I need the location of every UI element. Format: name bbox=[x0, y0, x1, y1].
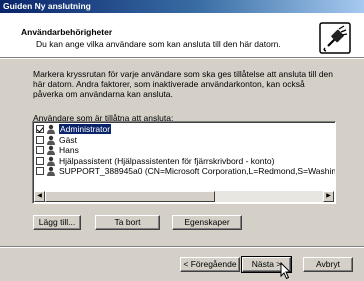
user-allow-checkbox[interactable] bbox=[36, 135, 44, 144]
user-allow-checkbox[interactable] bbox=[36, 125, 44, 134]
user-icon bbox=[47, 125, 55, 135]
user-allow-checkbox[interactable] bbox=[36, 146, 44, 155]
new-connection-wizard: Guiden Ny anslutning Användarbehörighete… bbox=[0, 0, 364, 281]
user-icon bbox=[47, 167, 55, 177]
users-list-rows: Administrator Gäst Hans Hjälpassistent (Hjä… bbox=[36, 124, 336, 177]
user-name: SUPPORT_388945a0 (CN=Microsoft Corporati… bbox=[59, 166, 336, 177]
horizontal-scrollbar[interactable]: ◀ ▶ bbox=[34, 191, 334, 202]
user-icon bbox=[47, 156, 55, 166]
list-item[interactable]: Administrator bbox=[36, 124, 333, 135]
user-icon bbox=[47, 135, 55, 145]
list-item[interactable]: Hjälpassistent (Hjälpassistenten för fjä… bbox=[36, 156, 333, 167]
back-button[interactable]: < Föregående bbox=[180, 257, 240, 272]
user-allow-checkbox[interactable] bbox=[36, 167, 44, 176]
list-item[interactable]: SUPPORT_388945a0 (CN=Microsoft Corporati… bbox=[36, 166, 336, 177]
window-title: Guiden Ny anslutning bbox=[0, 0, 364, 13]
cancel-button[interactable]: Avbryt bbox=[303, 257, 353, 272]
network-cable-icon bbox=[319, 22, 351, 54]
user-icon bbox=[47, 146, 55, 156]
user-name: Gäst bbox=[59, 134, 77, 145]
users-listbox[interactable]: Administrator Gäst Hans Hjälpassistent (Hjä… bbox=[32, 121, 336, 204]
user-name: Administrator bbox=[59, 124, 112, 135]
list-item[interactable]: Hans bbox=[36, 145, 333, 156]
remove-user-button[interactable]: Ta bort bbox=[95, 215, 160, 230]
scroll-left-button[interactable]: ◀ bbox=[34, 191, 45, 202]
properties-button[interactable]: Egenskaper bbox=[172, 215, 242, 230]
mouse-pointer-icon bbox=[280, 262, 292, 280]
wizard-header: Användarbehörigheter Du kan ange vilka a… bbox=[0, 13, 364, 58]
footer-divider bbox=[0, 246, 364, 248]
user-allow-checkbox[interactable] bbox=[36, 156, 44, 165]
instructions-text: Markera kryssrutan för varje användare s… bbox=[33, 69, 333, 99]
user-name: Hans bbox=[59, 145, 79, 156]
user-name: Hjälpassistent (Hjälpassistenten för fjä… bbox=[59, 155, 275, 166]
add-user-button[interactable]: Lägg till... bbox=[33, 215, 81, 230]
page-subtitle: Du kan ange vilka användare som kan ansl… bbox=[36, 39, 281, 49]
list-item[interactable]: Gäst bbox=[36, 135, 333, 146]
page-title: Användarbehörigheter bbox=[21, 27, 113, 37]
header-divider bbox=[0, 58, 364, 59]
scroll-right-button[interactable]: ▶ bbox=[323, 191, 334, 202]
scroll-thumb[interactable] bbox=[45, 191, 215, 202]
